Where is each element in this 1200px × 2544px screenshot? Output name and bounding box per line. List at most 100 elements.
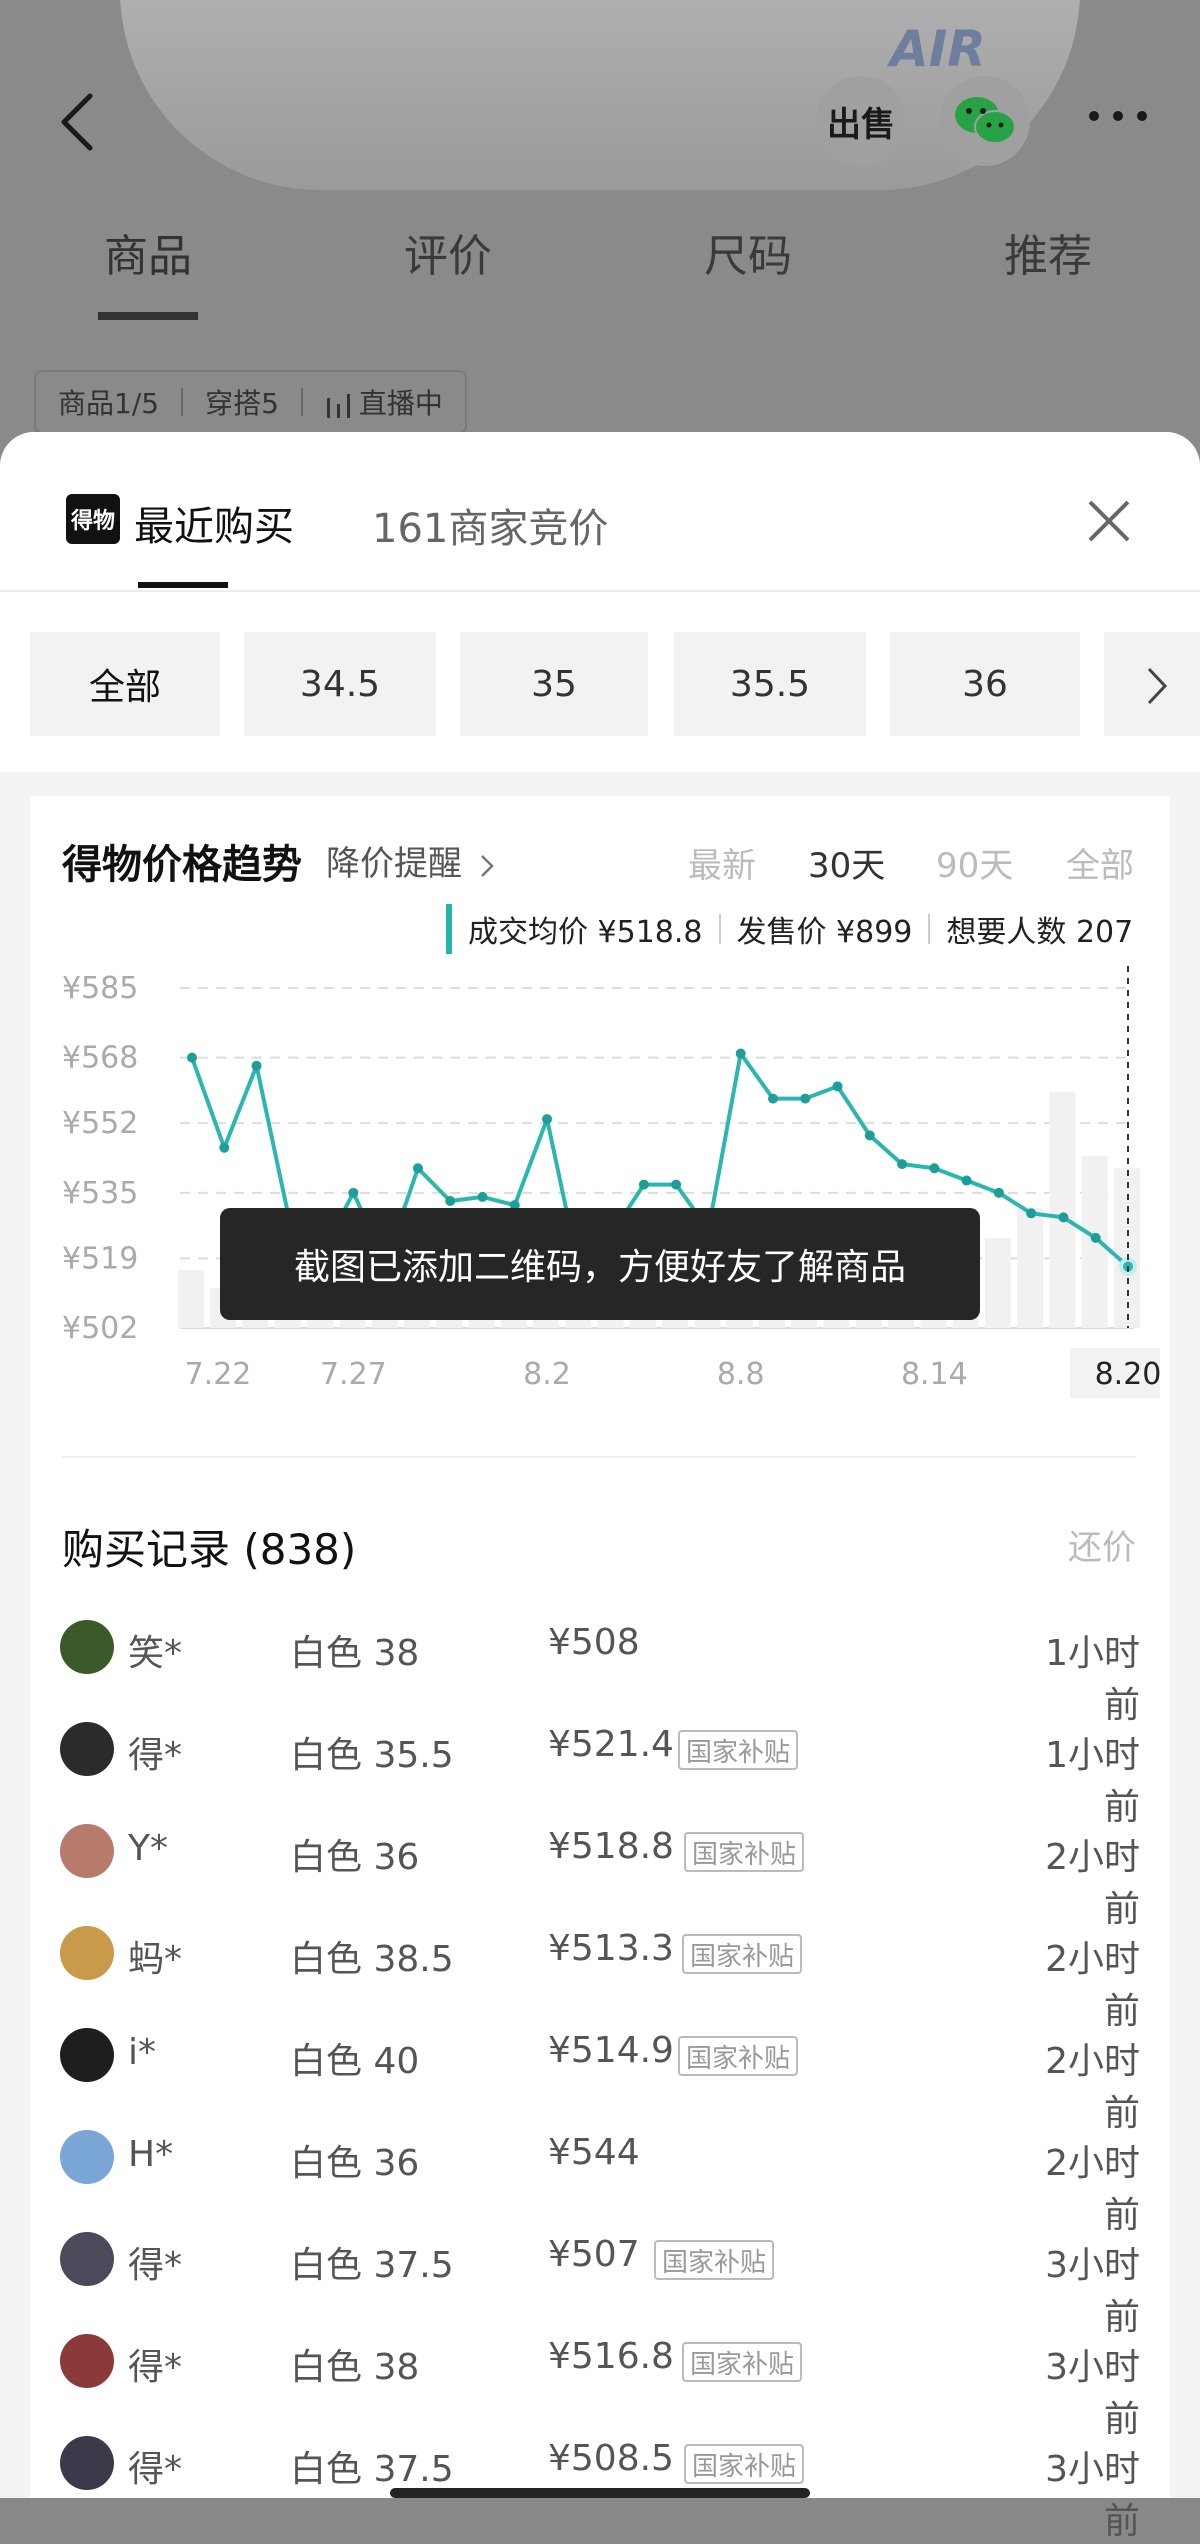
size-filter-row: 全部 34.5 35 35.5 36 xyxy=(0,592,1200,772)
buyer-name: H* xyxy=(128,2134,174,2175)
buyer-name: 得* xyxy=(128,2245,183,2286)
buyer-name: 笑* xyxy=(128,1633,183,1674)
item-spec: 白色 35.5 xyxy=(290,1735,454,1776)
tab-recent-purchases[interactable]: 最近购买 xyxy=(134,494,294,552)
item-spec: 白色 38 xyxy=(290,1633,420,1674)
volume-bar xyxy=(1049,1092,1076,1328)
product-tabs: 商品 评价 尺码 推荐 xyxy=(0,220,1200,300)
range-tab-30d[interactable]: 30天 xyxy=(808,838,885,887)
dewu-logo-icon: 得物 xyxy=(66,494,120,544)
sell-label: 出售 xyxy=(827,104,895,145)
data-point xyxy=(638,1179,649,1190)
deal-price: ¥518.8 xyxy=(548,1826,674,1867)
buyer-name: 得* xyxy=(128,2449,183,2490)
item-spec: 白色 38.5 xyxy=(290,1939,454,1980)
purchase-record-row: 得* 白色 37.5 ¥508.5 国家补贴 3小时前 xyxy=(0,2416,1200,2542)
tab-indicator xyxy=(98,312,198,320)
range-tab-90d[interactable]: 90天 xyxy=(936,838,1013,887)
data-point xyxy=(961,1175,972,1186)
data-point xyxy=(412,1163,423,1174)
bargain-button[interactable]: 还价 xyxy=(1068,1520,1136,1569)
subsidy-badge: 国家补贴 xyxy=(682,2342,803,2382)
data-point xyxy=(800,1093,811,1104)
avatar xyxy=(60,1620,114,1674)
tab-recommend[interactable]: 推荐 xyxy=(1004,220,1092,284)
data-point xyxy=(735,1048,746,1059)
tab-reviews[interactable]: 评价 xyxy=(404,220,492,284)
avatar xyxy=(60,2130,114,2184)
more-icon[interactable] xyxy=(1086,108,1150,124)
tab-product[interactable]: 商品 xyxy=(104,220,192,284)
live-bars-icon xyxy=(326,394,350,418)
x-tick-label: 7.22 xyxy=(185,1357,252,1392)
item-spec: 白色 36 xyxy=(290,2143,420,2184)
deal-price: ¥508.5 xyxy=(548,2438,674,2479)
purchase-record-row: 得* 白色 38 ¥516.8 国家补贴 3小时前 xyxy=(0,2314,1200,2440)
price-drop-alert-label: 降价提醒 xyxy=(326,844,462,884)
size-chip[interactable]: 34.5 xyxy=(244,632,436,736)
subtab-outfits[interactable]: 穿搭5 xyxy=(183,382,301,422)
avatar xyxy=(60,2334,114,2388)
data-point xyxy=(671,1179,682,1190)
subtab-product-images[interactable]: 商品1/5 xyxy=(36,382,181,422)
data-point xyxy=(767,1093,778,1104)
purchase-time: 3小时前 xyxy=(1045,2449,1140,2542)
subsidy-badge: 国家补贴 xyxy=(678,2036,799,2076)
y-tick-label: ¥552 xyxy=(62,1106,138,1141)
price-trend-chart[interactable]: ¥585 ¥568 ¥552 ¥535 ¥519 ¥502 7.22 7.27 8.2 8.8 8.… xyxy=(40,960,1160,1400)
chevron-right-icon[interactable] xyxy=(1146,666,1168,706)
wechat-icon xyxy=(955,97,1016,144)
chevron-right-icon xyxy=(480,854,494,877)
avatar xyxy=(60,1722,114,1776)
purchase-record-row: Y* 白色 36 ¥518.8 国家补贴 2小时前 xyxy=(0,1804,1200,1930)
size-chip[interactable]: 35 xyxy=(460,632,648,736)
x-tick-label: 8.20 xyxy=(1095,1357,1160,1392)
subtab-live-label: 直播中 xyxy=(358,387,443,420)
sell-button[interactable]: 出售 xyxy=(816,76,906,166)
toast-message: 截图已添加二维码，方便好友了解商品 xyxy=(220,1208,980,1320)
size-chip-all[interactable]: 全部 xyxy=(30,632,220,736)
wechat-share-button[interactable] xyxy=(940,76,1030,166)
size-chip[interactable]: 35.5 xyxy=(674,632,866,736)
buyer-name: 蚂* xyxy=(128,1939,183,1980)
product-image-text: AIR xyxy=(890,20,986,78)
price-drop-alert-link[interactable]: 降价提醒 xyxy=(326,836,495,885)
purchase-records-title: 购买记录 (838) xyxy=(62,1525,357,1574)
volume-bar xyxy=(984,1238,1011,1328)
item-spec: 白色 36 xyxy=(290,1837,420,1878)
subsidy-badge: 国家补贴 xyxy=(682,1934,803,1974)
data-point xyxy=(542,1114,553,1125)
item-spec: 白色 38 xyxy=(290,2347,420,2388)
item-spec: 白色 40 xyxy=(290,2041,420,2082)
purchase-record-row: 得* 白色 35.5 ¥521.4 国家补贴 1小时前 xyxy=(0,1702,1200,1828)
buyer-name: 得* xyxy=(128,2347,183,2388)
y-tick-label: ¥585 xyxy=(62,971,138,1006)
size-chip[interactable]: 36 xyxy=(890,632,1080,736)
data-point xyxy=(897,1159,908,1170)
range-tab-all[interactable]: 全部 xyxy=(1066,838,1134,887)
purchase-record-row: i* 白色 40 ¥514.9 国家补贴 2小时前 xyxy=(0,2008,1200,2134)
range-tab-latest[interactable]: 最新 xyxy=(688,838,756,887)
back-icon[interactable] xyxy=(56,92,100,152)
subtab-live[interactable]: 直播中 xyxy=(303,382,465,422)
purchase-record-row: H* 白色 36 ¥544 2小时前 xyxy=(0,2110,1200,2236)
deal-price: ¥544 xyxy=(548,2132,640,2173)
data-point xyxy=(929,1163,940,1174)
tab-merchant-bids[interactable]: 161商家竞价 xyxy=(372,496,608,554)
data-point xyxy=(1090,1232,1101,1243)
purchase-record-row: 得* 白色 37.5 ¥507 国家补贴 3小时前 xyxy=(0,2212,1200,2338)
data-point xyxy=(477,1191,488,1202)
section-divider xyxy=(62,1456,1136,1458)
close-icon[interactable] xyxy=(1084,496,1134,546)
data-point xyxy=(445,1196,456,1207)
home-indicator xyxy=(390,2488,810,2498)
y-tick-label: ¥535 xyxy=(62,1176,138,1211)
legend-avg-price: 成交均价 ¥518.8 xyxy=(468,915,703,950)
subsidy-badge: 国家补贴 xyxy=(684,1832,805,1872)
avatar xyxy=(60,2232,114,2286)
data-point xyxy=(251,1060,262,1071)
tab-size[interactable]: 尺码 xyxy=(704,220,792,284)
deal-price: ¥516.8 xyxy=(548,2336,674,2377)
data-point xyxy=(864,1130,875,1141)
sheet-tab-indicator xyxy=(138,582,228,588)
